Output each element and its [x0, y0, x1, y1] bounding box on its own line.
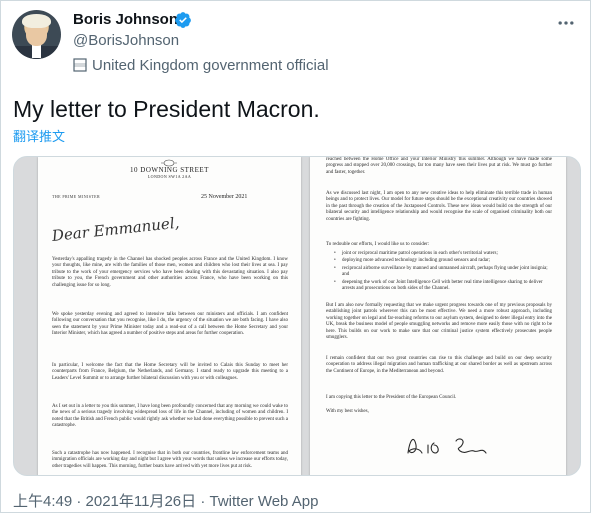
letter-page-one: 10 DOWNING STREET LONDON SW1A 2AA THE PR…	[38, 157, 301, 475]
letter-paragraph: Such a catastrophe has now happened. I r…	[52, 451, 288, 469]
tweet-text: My letter to President Macron.	[13, 96, 320, 122]
avatar-hair	[22, 14, 51, 28]
letter-bullet-list: joint or reciprocal maritime patrol oper…	[334, 251, 552, 293]
letter-bullet: joint or reciprocal maritime patrol oper…	[334, 251, 552, 258]
letter-page-two: reached between the Home Office and your…	[310, 157, 566, 475]
avatar[interactable]	[12, 10, 61, 59]
letter-bullet: reciprocal airborne surveillance by mann…	[334, 266, 552, 279]
letter-paragraph: In particular, I welcome the fact that t…	[52, 363, 288, 381]
letter-paragraph: To redouble our efforts, I would like us…	[326, 242, 430, 247]
letter-paragraph: Yesterday's appalling tragedy in the Cha…	[52, 257, 288, 288]
letter-paragraph: As we discussed last night, I am open to…	[326, 191, 552, 222]
tweet-card: Boris Johnson @BorisJohnson United Kingd…	[0, 0, 591, 513]
letter-paragraph: But I am also now formally requesting th…	[326, 303, 552, 341]
author-handle[interactable]: @BorisJohnson	[73, 32, 179, 49]
government-label: United Kingdom government official	[92, 56, 329, 74]
more-options-icon[interactable]	[556, 13, 576, 33]
translate-tweet-link[interactable]: 翻译推文	[13, 126, 65, 145]
letter-paragraph: I am copying this letter to the Presiden…	[326, 395, 457, 400]
letter-paragraph: reached between the Home Office and your…	[326, 157, 552, 175]
letter-closing: With my best wishes,	[326, 409, 369, 414]
letter-office-label: THE PRIME MINISTER	[52, 194, 101, 199]
letterhead-address: 10 DOWNING STREET	[130, 166, 209, 174]
letter-salutation: Dear Emmanuel,	[51, 213, 181, 245]
letter-date: 25 November 2021	[201, 194, 248, 200]
handwritten-signature	[407, 438, 487, 454]
avatar-shirt	[32, 44, 41, 58]
letter-bullet: deepening the work of our Joint Intellig…	[334, 280, 552, 293]
tweet-timestamp-source[interactable]: 上午4:49 · 2021年11月26日 · Twitter Web App	[13, 490, 318, 511]
letter-paragraph: We spoke yesterday evening and agreed to…	[52, 312, 288, 337]
letter-paragraph: As I set out in a letter to you this sum…	[52, 404, 288, 429]
letterhead-city: LONDON SW1A 2AA	[147, 174, 192, 179]
verified-badge-icon	[175, 12, 191, 28]
uk-flag-icon	[73, 58, 87, 72]
tweet-media-image[interactable]: 10 DOWNING STREET LONDON SW1A 2AA THE PR…	[13, 156, 581, 476]
letter-bullet: deploying more advanced technology inclu…	[334, 258, 552, 265]
government-label-row[interactable]: United Kingdom government official	[73, 55, 329, 75]
author-name[interactable]: Boris Johnson	[73, 11, 178, 28]
letter-paragraph: I remain confident that our two great co…	[326, 356, 552, 374]
